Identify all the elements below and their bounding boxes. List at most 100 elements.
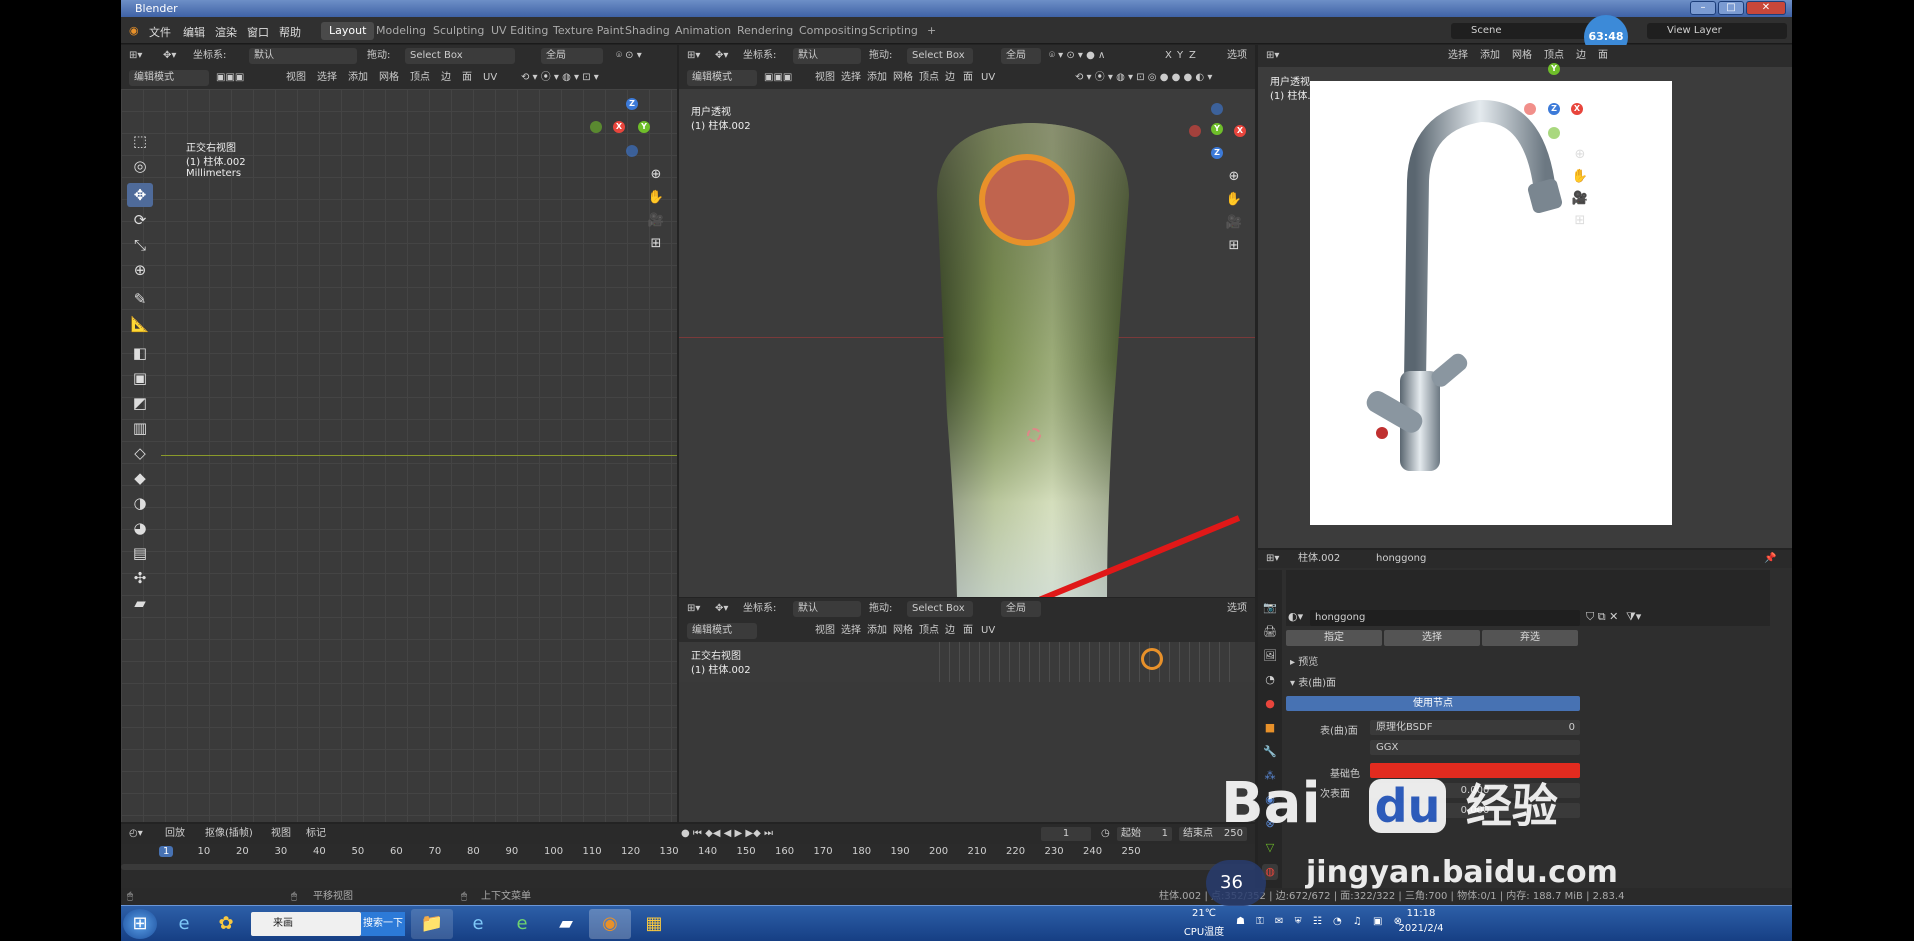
gizmo-x-icon[interactable]: X xyxy=(613,121,625,133)
ie2-taskbar-icon[interactable]: e xyxy=(457,909,499,939)
menu-add[interactable]: 添加 xyxy=(867,67,887,89)
extrude-tool-icon[interactable]: ◧ xyxy=(127,341,153,365)
select-tool-icon[interactable]: ⬚ xyxy=(127,129,153,153)
menu-select[interactable]: 选择 xyxy=(841,620,861,642)
material-name-field[interactable]: honggong xyxy=(1310,610,1580,626)
object-tab-icon[interactable]: ■ xyxy=(1262,720,1278,736)
scene-selector[interactable]: Scene xyxy=(1451,23,1591,39)
menu-mesh[interactable]: 网格 xyxy=(379,67,399,89)
bottom-viewport[interactable]: ⊞▾ ✥▾ 坐标系: 默认 拖动: Select Box 全局 选项 编辑模式 … xyxy=(679,598,1255,822)
menu-window[interactable]: 窗口 xyxy=(247,24,269,40)
gizmo-y-icon[interactable]: Y xyxy=(638,121,650,133)
transform-icon[interactable]: ✥▾ xyxy=(715,598,728,620)
maximize-button[interactable]: □ xyxy=(1718,1,1744,15)
mode-dropdown[interactable]: 编辑模式 xyxy=(687,623,757,639)
edge-slide-tool-icon[interactable]: ▤ xyxy=(127,541,153,565)
left-grid[interactable]: 正交右视图 (1) 柱体.002 Millimeters xyxy=(121,89,677,822)
playback-controls[interactable]: ● ⏮ ◆◀ ◀ ▶ ▶◆ ⏭ xyxy=(681,824,773,844)
output-tab-icon[interactable]: 🖨 xyxy=(1262,624,1278,640)
menu-edge[interactable]: 边 xyxy=(441,67,451,89)
render-tab-icon[interactable]: 📷 xyxy=(1262,600,1278,616)
annotate-tool-icon[interactable]: ✎ xyxy=(127,287,153,311)
view-layer-selector[interactable]: View Layer xyxy=(1647,23,1787,39)
editor-type-icon[interactable]: ◴▾ xyxy=(129,824,143,844)
spin-tool-icon[interactable]: ◑ xyxy=(127,491,153,515)
world-tab-icon[interactable]: ● xyxy=(1262,696,1278,712)
modifier-tab-icon[interactable]: 🔧 xyxy=(1262,744,1278,760)
gizmo-neg-z-icon[interactable] xyxy=(1211,103,1223,115)
qq-taskbar-icon[interactable]: ✿ xyxy=(205,909,247,939)
menu-render[interactable]: 渲染 xyxy=(215,24,237,40)
editor-type-icon[interactable]: ⊞▾ xyxy=(1266,550,1279,568)
coord-dropdown[interactable]: 默认 xyxy=(793,601,861,617)
frame-ruler[interactable]: 1 10 20 30 40 50 60 70 80 90 100 110 120 130 140 150 160… xyxy=(121,844,1255,860)
menu-edit[interactable]: 编辑 xyxy=(183,24,205,40)
coord-dropdown[interactable]: 默认 xyxy=(249,48,357,64)
gizmo-neg-y-icon[interactable] xyxy=(590,121,602,133)
zoom-icon[interactable]: ⊕ xyxy=(1224,167,1244,187)
menu-help[interactable]: 帮助 xyxy=(279,24,301,40)
ie-taskbar-icon[interactable]: e xyxy=(163,909,205,939)
bottom-canvas[interactable]: 正交右视图 (1) 柱体.002 xyxy=(679,642,1255,682)
menu-uv[interactable]: UV xyxy=(981,620,995,642)
select-button[interactable]: 选择 xyxy=(1384,630,1480,646)
shear-tool-icon[interactable]: ▰ xyxy=(127,591,153,615)
zoom-icon[interactable]: ⊕ xyxy=(646,165,666,185)
gizmo-z-icon[interactable]: Z xyxy=(1211,147,1223,159)
select-mode-icons[interactable]: ▣▣▣ xyxy=(216,67,244,89)
coord-dropdown[interactable]: 默认 xyxy=(793,48,861,64)
drag-dropdown[interactable]: Select Box xyxy=(907,48,973,64)
camera-icon[interactable]: 🎥 xyxy=(1224,213,1244,233)
move-tool-icon[interactable]: ✥ xyxy=(127,183,153,207)
gizmo-y-icon[interactable]: Y xyxy=(1211,123,1223,135)
gizmo-neg-x-icon[interactable] xyxy=(1189,125,1201,137)
current-frame-field[interactable]: 1 xyxy=(1041,827,1091,841)
select-mode-icons[interactable]: ▣▣▣ xyxy=(764,67,792,89)
menu-mesh[interactable]: 网格 xyxy=(893,620,913,642)
menu-add[interactable]: 添加 xyxy=(867,620,887,642)
fake-user-shield-icon[interactable]: ⛉ ⧉ ✕ xyxy=(1586,610,1618,624)
cursor-tool-icon[interactable]: ◎ xyxy=(127,154,153,178)
menu-face[interactable]: 面 xyxy=(1598,45,1608,67)
editor-type-icon[interactable]: ⊞▾ xyxy=(687,45,700,67)
menu-vertex[interactable]: 顶点 xyxy=(919,67,939,89)
gizmo-y-icon[interactable]: Y xyxy=(1548,63,1560,75)
camera-icon[interactable]: 🎥 xyxy=(1570,189,1590,209)
menu-face[interactable]: 面 xyxy=(963,620,973,642)
menu-uv[interactable]: UV xyxy=(483,67,497,89)
minimize-button[interactable]: – xyxy=(1690,1,1716,15)
node-filter-icon[interactable]: ⧩▾ xyxy=(1626,610,1641,624)
snap-icons[interactable]: ⌾ ▾ ⊙ ▾ ● ∧ xyxy=(1049,45,1105,67)
scene-tab-icon[interactable]: ◔ xyxy=(1262,672,1278,688)
poly-build-tool-icon[interactable]: ◆ xyxy=(127,466,153,490)
timeline-scrollbar[interactable] xyxy=(121,864,1255,870)
explorer-taskbar-icon[interactable]: 📁 xyxy=(411,909,453,939)
menu-edge[interactable]: 边 xyxy=(945,67,955,89)
editor-type-icon[interactable]: ⊞▾ xyxy=(129,45,142,67)
menu-marker[interactable]: 标记 xyxy=(306,824,326,844)
menu-view[interactable]: 视图 xyxy=(815,620,835,642)
menu-face[interactable]: 面 xyxy=(963,67,973,89)
center-canvas[interactable]: 用户透视 (1) 柱体.002 xyxy=(679,89,1255,597)
menu-keying[interactable]: 抠像(插帧) xyxy=(205,824,253,844)
distribution-dropdown[interactable]: GGX xyxy=(1370,740,1580,755)
measure-tool-icon[interactable]: 📐 xyxy=(127,312,153,336)
axis-y-toggle[interactable]: Y xyxy=(1177,45,1183,67)
options-menu[interactable]: 选项 xyxy=(1227,45,1247,67)
menu-view[interactable]: 视图 xyxy=(286,67,306,89)
menu-vertex[interactable]: 顶点 xyxy=(410,67,430,89)
menu-mesh[interactable]: 网格 xyxy=(1512,45,1532,67)
transform-icon[interactable]: ✥▾ xyxy=(163,45,176,67)
gizmo-z-icon[interactable]: Z xyxy=(626,98,638,110)
menu-edge[interactable]: 边 xyxy=(945,620,955,642)
surface-panel-toggle[interactable]: ▾ 表(曲)面 xyxy=(1290,674,1336,689)
shrink-tool-icon[interactable]: ✣ xyxy=(127,566,153,590)
screenshot-taskbar-icon[interactable]: ▦ xyxy=(633,909,675,939)
view-layer-tab-icon[interactable]: 🖼 xyxy=(1262,648,1278,664)
camera-icon[interactable]: 🎥 xyxy=(646,211,666,231)
assign-button[interactable]: 指定 xyxy=(1286,630,1382,646)
3d-cursor-icon[interactable] xyxy=(1027,428,1041,442)
menu-face[interactable]: 面 xyxy=(462,67,472,89)
menu-mesh[interactable]: 网格 xyxy=(893,67,913,89)
browser-taskbar-icon[interactable]: e xyxy=(501,909,543,939)
